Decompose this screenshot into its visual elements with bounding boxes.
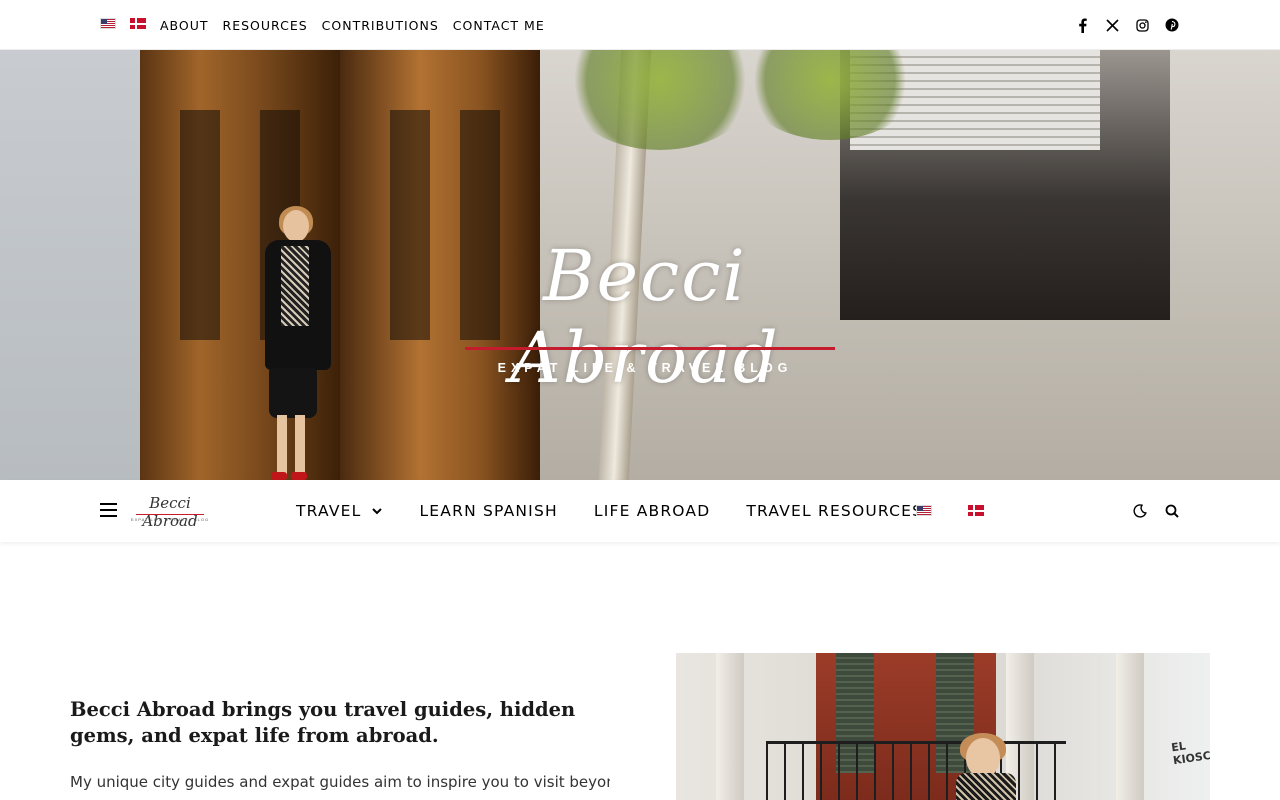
top-bar: ABOUT RESOURCES CONTRIBUTIONS CONTACT ME [0,0,1280,50]
door-panel [390,110,430,340]
nav-item-travel-resources[interactable]: TRAVEL RESOURCES [746,502,923,520]
photo-column [716,653,744,800]
instagram-icon[interactable] [1134,17,1150,33]
hero-person [255,206,335,480]
main-nav: Becci Abroad EXPAT LIFE & TRAVEL BLOG TR… [0,480,1280,542]
photo-balcony-railing [766,741,1066,800]
nav-item-life-abroad[interactable]: LIFE ABROAD [594,502,711,520]
photo-graffiti-text: EL KIOSCO [1170,739,1210,768]
nav-tools [1132,480,1180,542]
nav-links: TRAVEL LEARN SPANISH LIFE ABROAD TRAVEL … [296,480,959,542]
x-icon[interactable] [1104,17,1120,33]
logo-tagline: EXPAT LIFE & TRAVEL BLOG [497,361,793,375]
language-english-flag-icon[interactable] [916,505,932,516]
hero-wall-left [0,50,140,480]
hero-banner-image: Becci Abroad EXPAT LIFE & TRAVEL BLOG [0,50,1280,480]
top-nav-about[interactable]: ABOUT [160,18,209,33]
intro-heading: Becci Abroad brings you travel guides, h… [70,698,576,747]
search-icon[interactable] [1164,503,1180,519]
door-panel [180,110,220,340]
top-nav-contact-me[interactable]: CONTACT ME [453,18,545,33]
language-danish-flag-icon[interactable] [130,18,146,29]
language-danish-flag-icon[interactable] [968,505,984,516]
nav-item-label: TRAVEL [296,502,362,520]
nav-item-label: LEARN SPANISH [419,502,558,520]
nav-logo-tagline: EXPAT LIFE & TRAVEL BLOG [130,517,210,522]
language-english-flag-icon[interactable] [100,18,116,29]
facebook-icon[interactable] [1074,17,1090,33]
about-photo: EL KIOSCO [676,653,1210,800]
top-nav-contributions[interactable]: CONTRIBUTIONS [322,18,439,33]
nav-item-travel[interactable]: TRAVEL [296,502,383,520]
pinterest-icon[interactable] [1164,17,1180,33]
photo-person-dress [956,773,1016,800]
nav-item-label: TRAVEL RESOURCES [746,502,924,520]
chevron-down-icon [372,508,383,515]
social-links [1074,0,1180,50]
nav-logo[interactable]: Becci Abroad EXPAT LIFE & TRAVEL BLOG [130,494,210,530]
photo-column [1116,653,1144,800]
top-nav: ABOUT RESOURCES CONTRIBUTIONS CONTACT ME [160,0,545,50]
dark-mode-icon[interactable] [1132,503,1148,519]
nav-item-label: LIFE ABROAD [593,502,711,520]
nav-logo-underline [136,514,204,515]
intro-paragraph: My unique city guides and expat guides a… [70,773,610,791]
photo-person-face [966,738,1000,778]
menu-icon[interactable] [100,503,117,517]
top-nav-resources[interactable]: RESOURCES [223,18,308,33]
nav-logo-script: Becci Abroad [142,494,198,530]
site-logo[interactable]: Becci Abroad EXPAT LIFE & TRAVEL BLOG [440,235,850,399]
logo-underline [465,347,835,350]
nav-item-learn-spanish[interactable]: LEARN SPANISH [419,502,557,520]
